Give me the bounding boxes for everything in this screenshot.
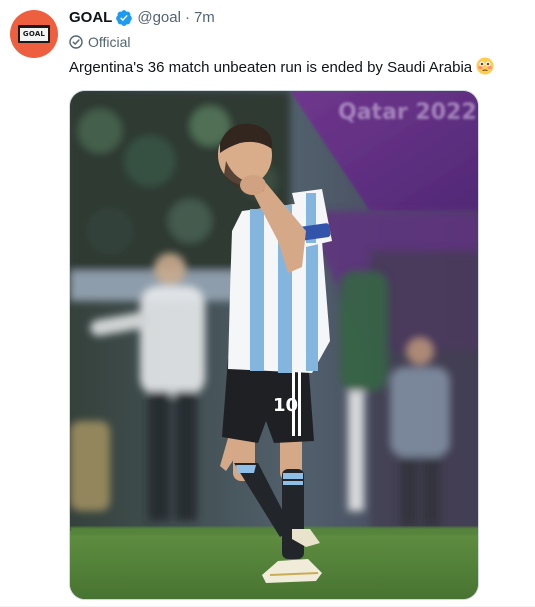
tweet-media-photo[interactable]: Qatar 2022 10 <box>69 90 479 600</box>
official-label: Official <box>69 32 525 52</box>
author-handle[interactable]: @goal <box>137 8 181 28</box>
tweet-card[interactable]: GOAL GOAL @goal · 7m Official Argentina'… <box>0 0 535 607</box>
verified-badge-icon <box>115 9 133 27</box>
check-circle-icon <box>69 35 83 49</box>
tweet-content: GOAL @goal · 7m Official Argentina's 36 <box>69 8 525 78</box>
official-label-text: Official <box>88 34 131 50</box>
avatar[interactable]: GOAL <box>10 10 58 58</box>
avatar-logo-text: GOAL <box>22 30 46 38</box>
goal-logo-icon: GOAL <box>18 25 50 43</box>
tweet-header: GOAL @goal · 7m <box>69 8 525 28</box>
separator-dot: · <box>184 9 190 26</box>
tweet-text: Argentina's 36 match unbeaten run is end… <box>69 57 525 78</box>
author-name[interactable]: GOAL <box>69 8 112 28</box>
flushed-face-emoji-icon <box>476 57 494 75</box>
tweet-text-body: Argentina's 36 match unbeaten run is end… <box>69 59 473 76</box>
tweet-timestamp[interactable]: 7m <box>194 8 215 28</box>
player-photo: Qatar 2022 10 <box>70 91 478 599</box>
